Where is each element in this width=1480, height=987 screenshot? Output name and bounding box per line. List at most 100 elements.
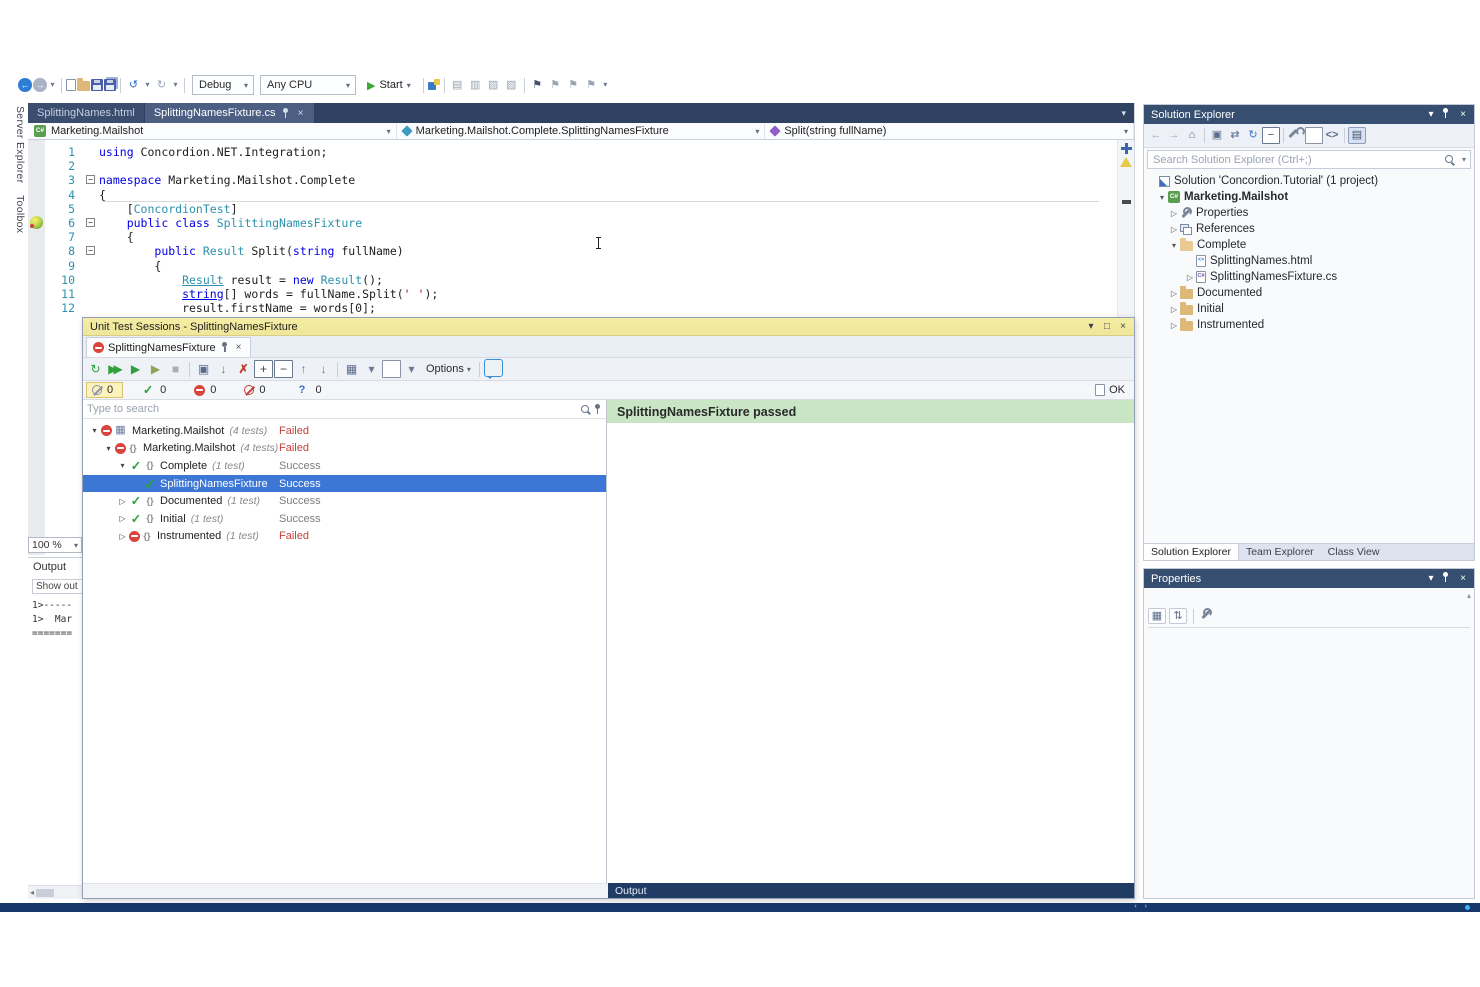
run-selected-icon[interactable]: ▶ — [126, 360, 145, 378]
test-tree-row[interactable]: ✓SplittingNamesFixtureSuccess — [83, 475, 606, 493]
counter-passed-tests[interactable]: ✓0 — [135, 380, 176, 401]
scrollbar-thumb[interactable] — [36, 889, 54, 897]
bookmark-clear-icon[interactable]: ⚑ — [583, 77, 600, 94]
se-refresh-icon[interactable]: ↻ — [1244, 127, 1262, 144]
dock-tab-toolbox[interactable]: Toolbox — [4, 195, 26, 233]
win-close-icon[interactable]: × — [1456, 108, 1470, 121]
stop-run-icon[interactable]: ■ — [166, 360, 185, 378]
expander-icon[interactable]: ▷ — [1168, 321, 1180, 330]
remove-tests-icon[interactable]: ✗ — [234, 360, 253, 378]
export-results-icon[interactable] — [382, 360, 401, 378]
se-collapse-icon[interactable]: − — [1262, 127, 1280, 144]
next-test-icon[interactable]: ↓ — [314, 360, 333, 378]
undo-icon[interactable]: ↺ — [125, 77, 142, 94]
close-icon[interactable]: × — [295, 108, 305, 119]
unit-test-gutter-icon[interactable] — [30, 216, 43, 229]
session-tab[interactable]: SplittingNamesFixture × — [86, 337, 251, 357]
debug-configuration-selector[interactable]: Debug ▾ — [192, 75, 254, 95]
status-page-icon[interactable] — [1095, 384, 1105, 396]
bookmark-prev-icon[interactable]: ⚑ — [547, 77, 564, 94]
indicator-margin[interactable] — [28, 140, 45, 555]
se-code-icon[interactable]: <> — [1323, 127, 1341, 144]
output-source-selector[interactable]: Show out — [32, 579, 82, 594]
group-caret-icon[interactable]: ▾ — [362, 360, 381, 378]
uncomment-icon[interactable]: ▧ — [503, 77, 520, 94]
test-tree-row[interactable]: ▾{}Marketing.Mailshot(4 tests)Failed — [83, 440, 606, 458]
counter-inconclusive-tests[interactable]: ?0 — [288, 380, 332, 401]
expander-icon[interactable]: ▷ — [1168, 209, 1180, 218]
pin-icon[interactable] — [280, 108, 290, 119]
toolbar-overflow-icon[interactable]: ▾ — [601, 77, 610, 94]
nav-caret-icon[interactable]: ▾ — [48, 77, 57, 94]
nav-forward-icon[interactable]: → — [33, 78, 47, 92]
counter-failed-tests[interactable]: 0 — [188, 382, 226, 398]
solution-tree-row-documented[interactable]: ▷Documented — [1144, 285, 1474, 301]
append-tests-icon[interactable]: ↓ — [214, 360, 233, 378]
new-session-icon[interactable]: ▣ — [194, 360, 213, 378]
tab-overflow-caret[interactable]: ▾ — [1121, 108, 1134, 119]
panel-tab-class-view[interactable]: Class View — [1321, 544, 1387, 560]
fold-toggle[interactable]: − — [86, 175, 95, 184]
se-scope-icon[interactable]: ▣ — [1208, 127, 1226, 144]
test-tree-row[interactable]: ▾✓{}Complete(1 test)Success — [83, 457, 606, 475]
test-tree-row[interactable]: ▷{}Instrumented(1 test)Failed — [83, 528, 606, 546]
se-preview-icon[interactable]: ▤ — [1348, 127, 1366, 144]
bookmark-next-icon[interactable]: ⚑ — [565, 77, 582, 94]
solution-tree-row-splittingnamesfixture-cs[interactable]: ▷C#SplittingNamesFixture.cs — [1144, 269, 1474, 285]
expander-icon[interactable]: ▾ — [116, 461, 129, 470]
unit-test-sessions-titlebar[interactable]: Unit Test Sessions - SplittingNamesFixtu… — [83, 318, 1134, 336]
expand-all-icon[interactable]: + — [254, 360, 273, 378]
search-pin-icon[interactable] — [592, 404, 602, 415]
feedback-icon[interactable] — [484, 359, 503, 377]
win-caret-icon[interactable]: ▾ — [1424, 108, 1438, 121]
comment-icon[interactable]: ▨ — [485, 77, 502, 94]
dock-tab-server-explorer[interactable]: Server Explorer — [4, 106, 26, 183]
search-mag-icon[interactable] — [580, 404, 591, 415]
member-dropdown[interactable]: Split(string fullName) ▾ — [765, 123, 1134, 139]
indent-increase-icon[interactable]: ▥ — [467, 77, 484, 94]
fold-toggle[interactable]: − — [86, 218, 95, 227]
se-sync-icon[interactable]: ⇄ — [1226, 127, 1244, 144]
save-icon[interactable] — [91, 79, 103, 91]
export-caret-icon[interactable]: ▾ — [402, 360, 421, 378]
expander-icon[interactable]: ▾ — [88, 426, 101, 435]
properties-titlebar[interactable]: Properties ▾× — [1144, 569, 1474, 588]
test-search-input[interactable] — [87, 403, 577, 415]
test-result-output[interactable] — [607, 423, 1134, 883]
expander-icon[interactable]: ▷ — [1168, 305, 1180, 314]
expander-icon[interactable]: ▷ — [116, 497, 129, 506]
platform-selector[interactable]: Any CPU ▾ — [260, 75, 356, 95]
group-by-icon[interactable]: ▦ — [342, 360, 361, 378]
se-properties-icon[interactable] — [1287, 127, 1305, 144]
profile-test-icon[interactable]: ▶ — [146, 360, 165, 378]
win-close-icon[interactable]: × — [1116, 320, 1130, 333]
zoom-control[interactable]: 100 % ▾ — [28, 537, 82, 553]
solution-tree-row-instrumented[interactable]: ▷Instrumented — [1144, 317, 1474, 333]
test-tree-row[interactable]: ▷✓{}Documented(1 test)Success — [83, 492, 606, 510]
project-dropdown[interactable]: C# Marketing.Mailshot ▾ — [28, 123, 397, 139]
panel-tab-team-explorer[interactable]: Team Explorer — [1239, 544, 1321, 560]
solution-tree-row-marketing-mailshot[interactable]: ▾C#Marketing.Mailshot — [1144, 189, 1474, 205]
solution-tree-row-references[interactable]: ▷References — [1144, 221, 1474, 237]
run-all-icon[interactable]: ▶▶ — [106, 360, 125, 378]
undo-caret-icon[interactable]: ▾ — [143, 77, 152, 94]
solution-explorer-titlebar[interactable]: Solution Explorer ▾× — [1144, 105, 1474, 124]
se-back-icon[interactable]: ← — [1147, 127, 1165, 144]
expander-icon[interactable]: ▾ — [102, 444, 115, 453]
warning-indicator-icon[interactable] — [1120, 157, 1132, 167]
expander-icon[interactable]: ▷ — [1184, 273, 1196, 282]
redo-icon[interactable]: ↻ — [153, 77, 170, 94]
prop-alphabetical-icon[interactable]: ⇅ — [1169, 608, 1187, 624]
solution-tree-row-complete[interactable]: ▾Complete — [1144, 237, 1474, 253]
collapse-all-icon[interactable]: − — [274, 360, 293, 378]
win-pin-icon[interactable] — [1440, 108, 1454, 121]
type-dropdown[interactable]: Marketing.Mailshot.Complete.SplittingNam… — [397, 123, 766, 139]
taskbar-notification-icon[interactable] — [1465, 905, 1470, 910]
expander-icon[interactable]: ▷ — [1168, 225, 1180, 234]
class-shape-icon[interactable] — [401, 125, 412, 136]
counter-all-tests[interactable]: 0 — [86, 382, 123, 398]
save-all-icon[interactable] — [104, 79, 116, 91]
tab-splittingnames-html[interactable]: SplittingNames.html — [28, 103, 144, 123]
solution-search-input[interactable] — [1147, 150, 1471, 169]
prev-test-icon[interactable]: ↑ — [294, 360, 313, 378]
